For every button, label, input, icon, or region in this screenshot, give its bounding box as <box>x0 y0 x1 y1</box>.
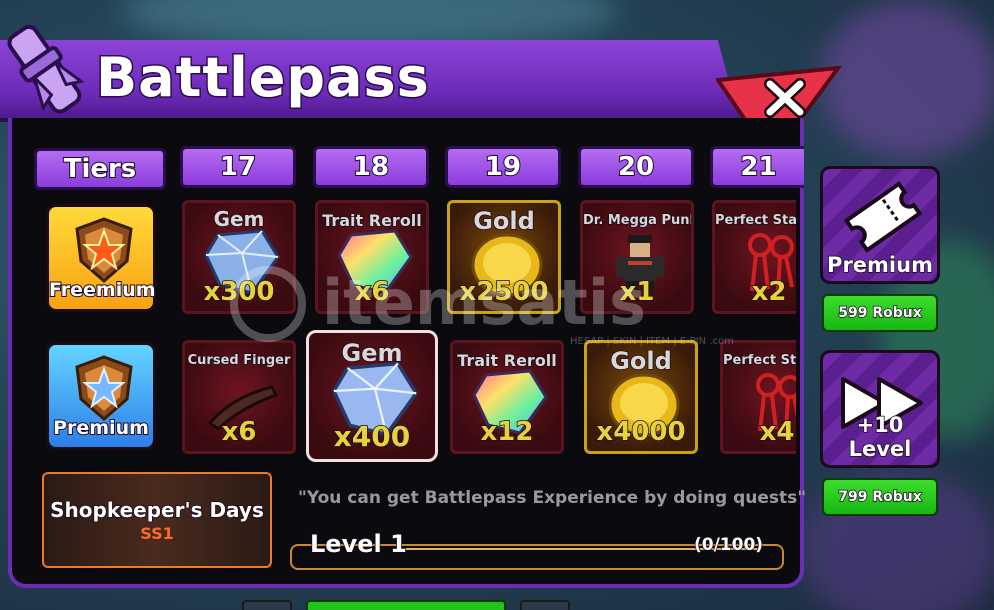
quest-hint: "You can get Battlepass Experience by do… <box>298 488 807 508</box>
bottom-hud-button[interactable] <box>520 600 570 610</box>
event-title: Shopkeeper's Days <box>49 497 264 523</box>
reward-cell-free-19[interactable]: Gold x2500 <box>447 200 561 314</box>
reward-cell-premium-18[interactable]: Gem x400 <box>306 330 438 462</box>
reward-cell-premium-17[interactable]: Cursed Finger x6 <box>182 340 296 454</box>
event-card[interactable]: Shopkeeper's Days SS1 <box>42 472 272 568</box>
tier-number: 17 <box>180 146 296 188</box>
tiers-header: Tiers <box>34 148 166 190</box>
tier-number: 20 <box>578 146 694 188</box>
reward-cell-premium-20[interactable]: Gold x4000 <box>584 340 698 454</box>
freemium-tier-badge: Freemium <box>46 204 157 312</box>
level-price-button[interactable]: 799 Robux <box>822 478 938 516</box>
level-progress-text: (0/100) <box>693 534 764 556</box>
tier-number: 18 <box>313 146 429 188</box>
star-shield-icon <box>75 217 133 283</box>
bottom-hud-button[interactable] <box>306 600 506 610</box>
star-shield-icon <box>75 355 133 421</box>
reward-cell-free-17[interactable]: Gem x300 <box>182 200 296 314</box>
premium-button-label: Premium <box>826 252 933 278</box>
tier-number: 19 <box>445 146 561 188</box>
reward-cell-free-20[interactable]: Dr. Megga Punk x1 <box>580 200 694 314</box>
event-season: SS1 <box>140 524 174 543</box>
premium-price-button[interactable]: 599 Robux <box>822 294 938 332</box>
page-title: Battlepass <box>95 45 431 111</box>
reward-cell-premium-21[interactable]: Perfect Stats K x4 <box>720 340 796 454</box>
buy-premium-button[interactable]: Premium <box>820 166 940 284</box>
premium-tier-badge: Premium <box>46 342 156 450</box>
reward-cell-free-18[interactable]: Trait Reroll x6 <box>315 200 429 314</box>
level-label: Level 1 <box>309 529 407 559</box>
premium-label: Premium <box>52 416 150 440</box>
reward-cell-premium-19[interactable]: Trait Reroll x12 <box>450 340 564 454</box>
bottom-hud-button[interactable] <box>242 600 292 610</box>
buy-levels-button[interactable]: +10 Level <box>820 350 940 468</box>
level-button-label: +10 Level <box>848 412 912 462</box>
reward-grid: Gem x300 Trait Reroll x6 Gold x2500 Dr. … <box>174 198 796 468</box>
freemium-label: Freemium <box>48 278 157 302</box>
ticket-icon <box>843 181 923 253</box>
tier-number: 21 <box>710 146 804 188</box>
reward-cell-free-21[interactable]: Perfect Stats K x2 <box>712 200 796 314</box>
scroll-icon <box>2 20 88 120</box>
